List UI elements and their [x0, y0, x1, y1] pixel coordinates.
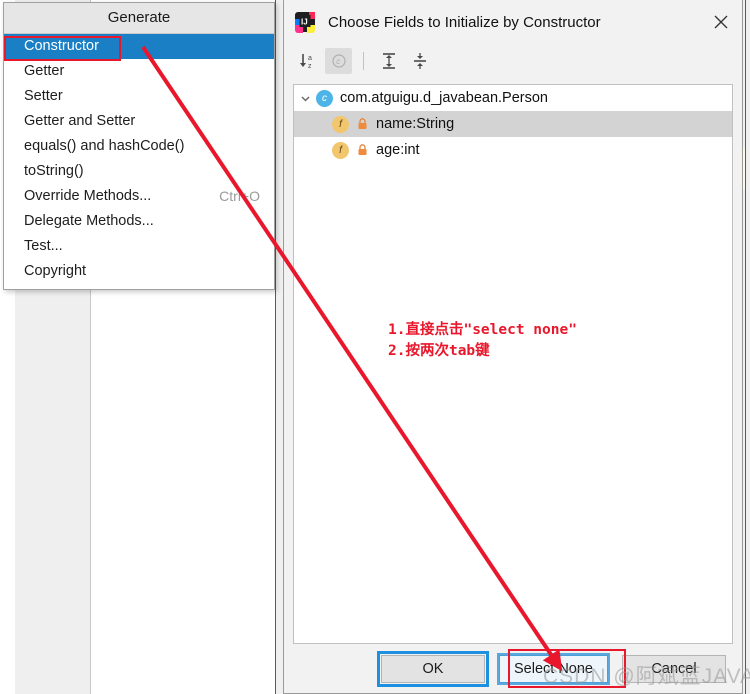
menu-item-label: Delegate Methods...	[24, 213, 154, 229]
menu-item-equals-and-hashcode[interactable]: equals() and hashCode()	[4, 134, 274, 159]
menu-item-label: Test...	[24, 238, 63, 254]
tree-row[interactable]: f age:int	[294, 137, 732, 163]
annotation-instructions: 1.直接点击"select none" 2.按两次tab键	[388, 320, 577, 362]
tree-row[interactable]: f name:String	[294, 111, 732, 137]
tree-row[interactable]: c com.atguigu.d_javabean.Person	[294, 85, 732, 111]
editor-right-edge	[745, 0, 746, 694]
intellij-idea-icon: IJ	[294, 11, 316, 33]
dialog-title: Choose Fields to Initialize by Construct…	[328, 13, 601, 31]
svg-text:z: z	[308, 63, 312, 70]
menu-item-copyright[interactable]: Copyright	[4, 259, 274, 284]
sort-alphabetically-icon[interactable]: a z	[294, 48, 321, 74]
tree-row-label: com.atguigu.d_javabean.Person	[340, 90, 548, 106]
menu-item-setter[interactable]: Setter	[4, 84, 274, 109]
dialog-button-bar: OK Select None Cancel	[284, 645, 742, 693]
toolbar-separator	[363, 52, 364, 70]
menu-item-label: Constructor	[24, 38, 99, 54]
close-icon[interactable]	[706, 7, 736, 37]
tree-row-label: age:int	[376, 142, 420, 158]
expand-all-icon[interactable]	[375, 48, 402, 74]
menu-item-shortcut: Ctrl+O	[219, 188, 260, 204]
svg-text:IJ: IJ	[301, 18, 308, 27]
dialog-toolbar: a z c	[284, 44, 742, 78]
menu-item-label: Getter	[24, 63, 65, 79]
menu-item-label: Getter and Setter	[24, 113, 136, 129]
chevron-down-icon[interactable]	[294, 93, 316, 104]
select-none-button[interactable]: Select None	[497, 653, 610, 685]
field-icon: f	[332, 141, 349, 159]
menu-item-getter-and-setter[interactable]: Getter and Setter	[4, 109, 274, 134]
cancel-button[interactable]: Cancel	[622, 655, 726, 683]
fields-tree-panel[interactable]: c com.atguigu.d_javabean.Personf name:Stri…	[293, 84, 733, 644]
svg-text:c: c	[336, 57, 340, 66]
field-icon: f	[332, 115, 349, 133]
group-by-class-icon: c	[325, 48, 352, 74]
collapse-all-icon[interactable]	[406, 48, 433, 74]
lock-icon	[356, 144, 369, 156]
generate-popup-menu: Generate Constructor Getter Setter Getter a…	[3, 2, 275, 290]
menu-item-constructor[interactable]: Constructor	[4, 34, 274, 59]
menu-item-delegate-methods[interactable]: Delegate Methods...	[4, 209, 274, 234]
annotation-line-1: 1.直接点击"select none"	[388, 322, 577, 338]
menu-item-tostring[interactable]: toString()	[4, 159, 274, 184]
generate-menu-title: Generate	[4, 3, 274, 34]
dialog-titlebar: IJ Choose Fields to Initialize by Constr…	[284, 0, 742, 44]
menu-item-label: Override Methods...	[24, 188, 152, 204]
ok-button[interactable]: OK	[377, 651, 489, 687]
menu-item-label: Setter	[24, 88, 63, 104]
fields-tree-list: c com.atguigu.d_javabean.Personf name:Stri…	[294, 85, 732, 163]
generate-menu-list: Constructor Getter Setter Getter and Setter…	[4, 34, 274, 284]
class-icon: c	[316, 89, 333, 107]
tree-row-label: name:String	[376, 116, 455, 132]
menu-item-label: Copyright	[24, 263, 87, 279]
menu-item-label: equals() and hashCode()	[24, 138, 185, 154]
annotation-line-2: 2.按两次tab键	[388, 343, 490, 360]
lock-icon	[356, 118, 369, 130]
menu-item-override-methods[interactable]: Override Methods... Ctrl+O	[4, 184, 274, 209]
menu-item-label: toString()	[24, 163, 84, 179]
svg-text:a: a	[308, 55, 312, 62]
menu-item-getter[interactable]: Getter	[4, 59, 274, 84]
menu-item-test[interactable]: Test...	[4, 234, 274, 259]
